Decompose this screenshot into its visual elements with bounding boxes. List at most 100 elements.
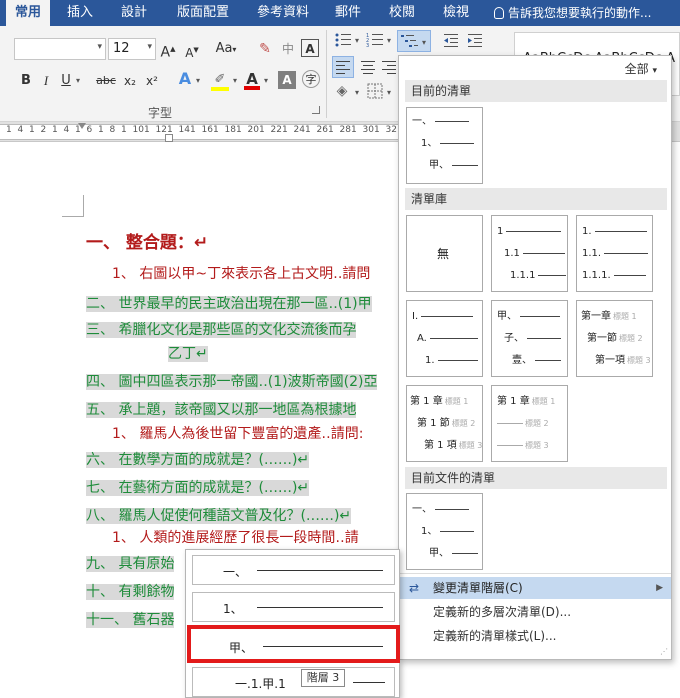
ruler-tick-label: 1 (305, 125, 311, 135)
doc-line-text: 五、 承上題，該帝國又以那一地區為根據地 (86, 402, 357, 418)
current-list-tile[interactable]: 一、 1、 甲、 (406, 107, 483, 184)
bold-button[interactable]: B (18, 72, 34, 90)
increase-indent-icon[interactable] (466, 32, 484, 48)
chevron-down-icon[interactable]: ▾ (353, 84, 361, 102)
chevron-down-icon[interactable]: ▾ (231, 72, 239, 90)
doc-line[interactable]: 1、 羅馬人為後世留下豐富的遺產‥請問: (112, 423, 400, 445)
chevron-down-icon[interactable]: ▾ (385, 84, 393, 102)
tile-level-2: 1、 (421, 526, 475, 538)
tile-level-3: 1.1.1. (582, 270, 611, 281)
filter-dropdown[interactable]: 全部 ▾ (625, 60, 657, 77)
text-effects-icon[interactable]: A (176, 70, 194, 88)
chevron-down-icon[interactable]: ▾ (97, 42, 102, 52)
doc-line[interactable]: 四、 圖中四區表示那一帝國‥(1)波斯帝國(2)亞 (86, 371, 400, 393)
tab-mailings[interactable]: 郵件 (326, 0, 370, 26)
chevron-down-icon[interactable]: ▾ (353, 32, 361, 50)
font-color-button[interactable]: A (243, 70, 261, 90)
character-shading-icon[interactable]: A (278, 71, 296, 89)
decrease-indent-icon[interactable] (442, 32, 460, 48)
numbering-icon[interactable]: 123 (366, 32, 384, 48)
tile-level-1: 一、 (412, 116, 469, 128)
library-tile-chapter-only[interactable]: 第 1 章標題 1 標題 2 標題 3 (491, 385, 568, 462)
indent-marker-icon[interactable] (165, 134, 173, 142)
subscript-button[interactable]: x₂ (122, 72, 138, 90)
library-tile-numeric-dot[interactable]: 1. 1.1. 1.1.1. (576, 215, 653, 292)
level-line (353, 682, 385, 683)
italic-button[interactable]: I (38, 72, 54, 90)
tab-design[interactable]: 設計 (112, 0, 156, 26)
font-dialog-launcher-icon[interactable] (312, 106, 320, 114)
library-tile-chapter-chinese[interactable]: 第一章 標題 1 第一節 標題 2 第一項 標題 3 (576, 300, 653, 377)
doc-line[interactable]: 1、 人類的進展經歷了很長一段時間‥請 (112, 527, 400, 549)
library-tile-chinese[interactable]: 甲、 子、 壹、 (491, 300, 568, 377)
superscript-button[interactable]: x² (144, 72, 160, 90)
doc-line-text: 四、 圖中四區表示那一帝國‥(1)波斯帝國(2)亞 (86, 374, 378, 390)
highlight-button[interactable]: ✐ (210, 70, 230, 91)
doc-heading[interactable]: 一、 整合題：↵ (86, 232, 208, 254)
doc-line[interactable]: 九、 具有原始 (86, 553, 186, 575)
library-tile-roman[interactable]: I. A. 1. (406, 300, 483, 377)
font-size-combo[interactable]: 12 ▾ (108, 38, 156, 60)
strikethrough-button[interactable]: abc (94, 72, 118, 90)
underline-button[interactable]: U (58, 72, 74, 90)
borders-icon[interactable] (366, 82, 384, 100)
change-case-button[interactable]: Aa▾ (212, 40, 240, 59)
ribbon-tab-bar: 常用 插入 設計 版面配置 參考資料 郵件 校閱 檢視 告訴我您想要執行的動作.… (0, 0, 680, 26)
chevron-down-icon[interactable]: ▾ (262, 72, 270, 90)
shading-icon[interactable]: ◈ (332, 82, 352, 100)
character-border-icon[interactable]: A (301, 39, 319, 57)
define-list-style-item[interactable]: 定義新的清單樣式(L)... (399, 625, 671, 647)
tab-home[interactable]: 常用 (6, 0, 50, 26)
define-multilevel-list-item[interactable]: 定義新的多層次清單(D)... (399, 601, 671, 623)
doc-line[interactable]: 十一、 舊石器 (86, 609, 186, 631)
change-list-level-item[interactable]: ⇄ 變更清單階層(C) ▶ (399, 577, 671, 599)
tab-review[interactable]: 校閱 (380, 0, 424, 26)
shrink-font-button[interactable]: A▼ (184, 41, 200, 62)
level-4-item[interactable]: 一.1.甲.1 (192, 667, 395, 697)
align-left-icon[interactable] (332, 56, 354, 78)
heading-tag: 標題 2 (451, 419, 476, 428)
highlighter-icon: ✐ (214, 72, 226, 87)
chevron-down-icon[interactable]: ▾ (147, 42, 152, 52)
library-tile-numeric[interactable]: 1 1.1 1.1.1 (491, 215, 568, 292)
level-1-item[interactable]: 一、 (192, 555, 395, 585)
doc-line[interactable]: 二、 世界最早的民主政治出現在那一區‥(1)甲 (86, 293, 400, 315)
doc-line[interactable]: 乙丁↵ (168, 343, 208, 365)
tab-references[interactable]: 參考資料 (248, 0, 318, 26)
doc-line[interactable]: 十、 有剩餘物 (86, 581, 186, 603)
ruler-tick-label: 20 (247, 125, 259, 135)
align-right-icon[interactable] (380, 58, 398, 76)
chevron-down-icon[interactable]: ▾ (194, 72, 202, 90)
library-tile-chapter-arabic[interactable]: 第 1 章標題 1 第 1 節標題 2 第 1 項標題 3 (406, 385, 483, 462)
doc-line[interactable]: 三、 希臘化文化是那些區的文化交流後而孕 (86, 319, 400, 341)
resize-grip-icon[interactable]: ⋰ (660, 647, 668, 656)
level-2-item[interactable]: 1、 (192, 592, 395, 622)
tell-me-box[interactable]: 告訴我您想要執行的動作... (494, 0, 651, 26)
document-list-tile[interactable]: 一、 1、 甲、 (406, 493, 483, 570)
tab-layout[interactable]: 版面配置 (168, 0, 238, 26)
multilevel-list-button[interactable]: ▾ (397, 30, 431, 52)
doc-line[interactable]: 1、 右圖以甲~丁來表示各上古文明‥請問 (112, 263, 400, 285)
bullets-icon[interactable] (334, 32, 352, 48)
chevron-down-icon[interactable]: ▾ (385, 32, 393, 50)
tab-view[interactable]: 檢視 (434, 0, 478, 26)
grow-font-button[interactable]: A▲ (160, 40, 176, 62)
tab-insert[interactable]: 插入 (58, 0, 102, 26)
enclose-characters-icon[interactable]: 字 (302, 70, 320, 88)
doc-line[interactable]: 八、 羅馬人促使何種語文普及化？(‥‥‥)↵ (86, 505, 352, 527)
tile-level-1: 1 (497, 226, 504, 237)
ruler-tick-label: 28 (339, 125, 351, 135)
chevron-down-icon[interactable]: ▾ (74, 72, 82, 90)
align-center-icon[interactable] (358, 58, 378, 76)
multilevel-list-icon: ▾ (401, 35, 426, 47)
doc-line[interactable]: 七、 在藝術方面的成就是？(‥‥‥)↵ (86, 477, 310, 499)
doc-line[interactable]: 五、 承上題，該帝國又以那一地區為根據地 (86, 399, 400, 421)
tile-level-3: 甲、 (429, 160, 478, 172)
indent-marker-icon[interactable] (78, 123, 86, 129)
library-tile-none[interactable]: 無 (406, 215, 483, 292)
tile-level-2: 第一節 (587, 333, 617, 344)
font-name-combo[interactable]: ▾ (14, 38, 106, 60)
doc-line[interactable]: 六、 在數學方面的成就是？(‥‥‥)↵ (86, 449, 310, 471)
clear-format-icon[interactable]: ✎ (256, 40, 274, 58)
phonetic-guide-icon[interactable]: 中 (279, 40, 297, 58)
